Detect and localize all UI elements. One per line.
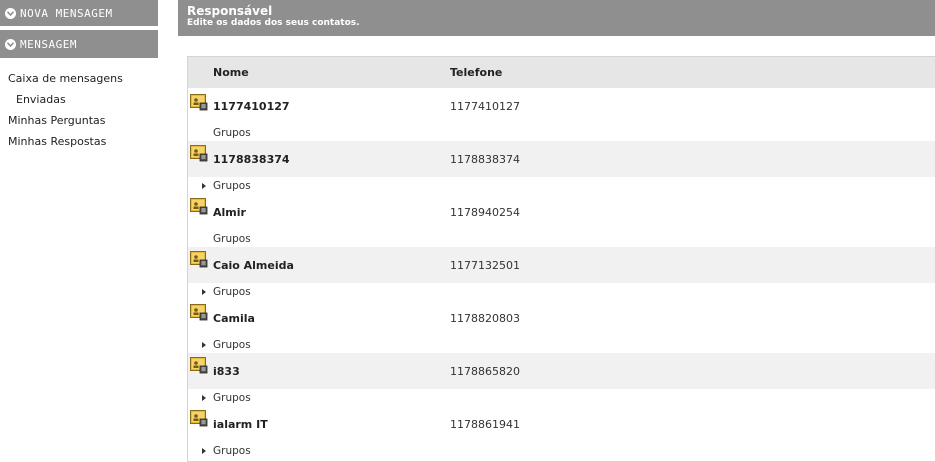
triangle-right-icon xyxy=(202,394,206,401)
groups-toggle[interactable]: Grupos xyxy=(188,230,935,247)
contacts-table: Nome Telefone 1177410127 1177410127 Grup… xyxy=(187,56,935,462)
column-header-name[interactable]: Nome xyxy=(188,66,450,79)
groups-label: Grupos xyxy=(213,338,251,351)
contact-card-icon xyxy=(190,357,208,374)
triangle-right-icon xyxy=(202,341,206,348)
groups-label: Grupos xyxy=(213,126,251,139)
new-message-button[interactable]: NOVA MENSAGEM xyxy=(0,0,158,28)
groups-toggle[interactable]: Grupos xyxy=(188,283,935,300)
contact-name[interactable]: ialarm IT xyxy=(188,418,450,431)
contact-name[interactable]: i833 xyxy=(188,365,450,378)
groups-toggle[interactable]: Grupos xyxy=(188,442,935,459)
contact-card-icon xyxy=(190,410,208,427)
triangle-right-icon xyxy=(202,182,206,189)
new-message-label: NOVA MENSAGEM xyxy=(20,6,113,20)
triangle-right-icon xyxy=(202,288,206,295)
chevron-down-icon xyxy=(5,38,16,50)
message-section-label: MENSAGEM xyxy=(20,37,77,51)
groups-label: Grupos xyxy=(213,179,251,192)
contact-phone: 1178861941 xyxy=(450,417,520,431)
contact-phone: 1178838374 xyxy=(450,152,520,166)
groups-label: Grupos xyxy=(213,232,251,245)
table-row[interactable]: Caio Almeida 1177132501 Grupos xyxy=(188,247,935,300)
contact-card-icon xyxy=(190,94,208,111)
contact-card-icon xyxy=(190,251,208,268)
contact-phone: 1178865820 xyxy=(450,364,520,378)
groups-toggle[interactable]: Grupos xyxy=(188,124,935,141)
contact-card-icon xyxy=(190,145,208,162)
column-header-phone[interactable]: Telefone xyxy=(450,66,502,79)
link-my-questions[interactable]: Minhas Perguntas xyxy=(8,110,158,131)
contact-card-icon xyxy=(190,304,208,321)
link-sent[interactable]: Enviadas xyxy=(8,89,158,110)
link-my-answers[interactable]: Minhas Respostas xyxy=(8,131,158,152)
link-inbox[interactable]: Caixa de mensagens xyxy=(8,68,158,89)
message-section-button[interactable]: MENSAGEM xyxy=(0,30,158,60)
triangle-right-icon xyxy=(202,447,206,454)
contact-phone: 1178940254 xyxy=(450,205,520,219)
contact-name[interactable]: Almir xyxy=(188,206,450,219)
groups-toggle[interactable]: Grupos xyxy=(188,177,935,194)
message-links: Caixa de mensagens Enviadas Minhas Pergu… xyxy=(0,60,158,152)
groups-toggle[interactable]: Grupos xyxy=(188,389,935,406)
main-content: Responsável Edite os dados dos seus cont… xyxy=(178,0,935,462)
sidebar: NOVA MENSAGEM MENSAGEM Caixa de mensagen… xyxy=(0,0,158,462)
contact-phone: 1177132501 xyxy=(450,258,520,272)
table-row[interactable]: i833 1178865820 Grupos xyxy=(188,353,935,406)
table-row[interactable]: 1177410127 1177410127 Grupos xyxy=(188,88,935,141)
table-row[interactable]: Camila 1178820803 Grupos xyxy=(188,300,935,353)
page-subtitle: Edite os dados dos seus contatos. xyxy=(187,18,360,28)
page-header: Responsável Edite os dados dos seus cont… xyxy=(178,0,935,36)
table-row[interactable]: Almir 1178940254 Grupos xyxy=(188,194,935,247)
contact-phone: 1178820803 xyxy=(450,311,520,325)
table-header: Nome Telefone xyxy=(188,57,935,88)
contact-name[interactable]: 1178838374 xyxy=(188,153,450,166)
groups-toggle[interactable]: Grupos xyxy=(188,336,935,353)
table-row[interactable]: ialarm IT 1178861941 Grupos xyxy=(188,406,935,459)
page-title: Responsável xyxy=(187,4,273,18)
contact-phone: 1177410127 xyxy=(450,99,520,113)
contact-card-icon xyxy=(190,198,208,215)
groups-label: Grupos xyxy=(213,391,251,404)
contact-name[interactable]: Camila xyxy=(188,312,450,325)
groups-label: Grupos xyxy=(213,444,251,457)
contact-name[interactable]: 1177410127 xyxy=(188,100,450,113)
chevron-down-icon xyxy=(5,7,16,19)
groups-label: Grupos xyxy=(213,285,251,298)
contact-name[interactable]: Caio Almeida xyxy=(188,259,450,272)
table-row[interactable]: 1178838374 1178838374 Grupos xyxy=(188,141,935,194)
